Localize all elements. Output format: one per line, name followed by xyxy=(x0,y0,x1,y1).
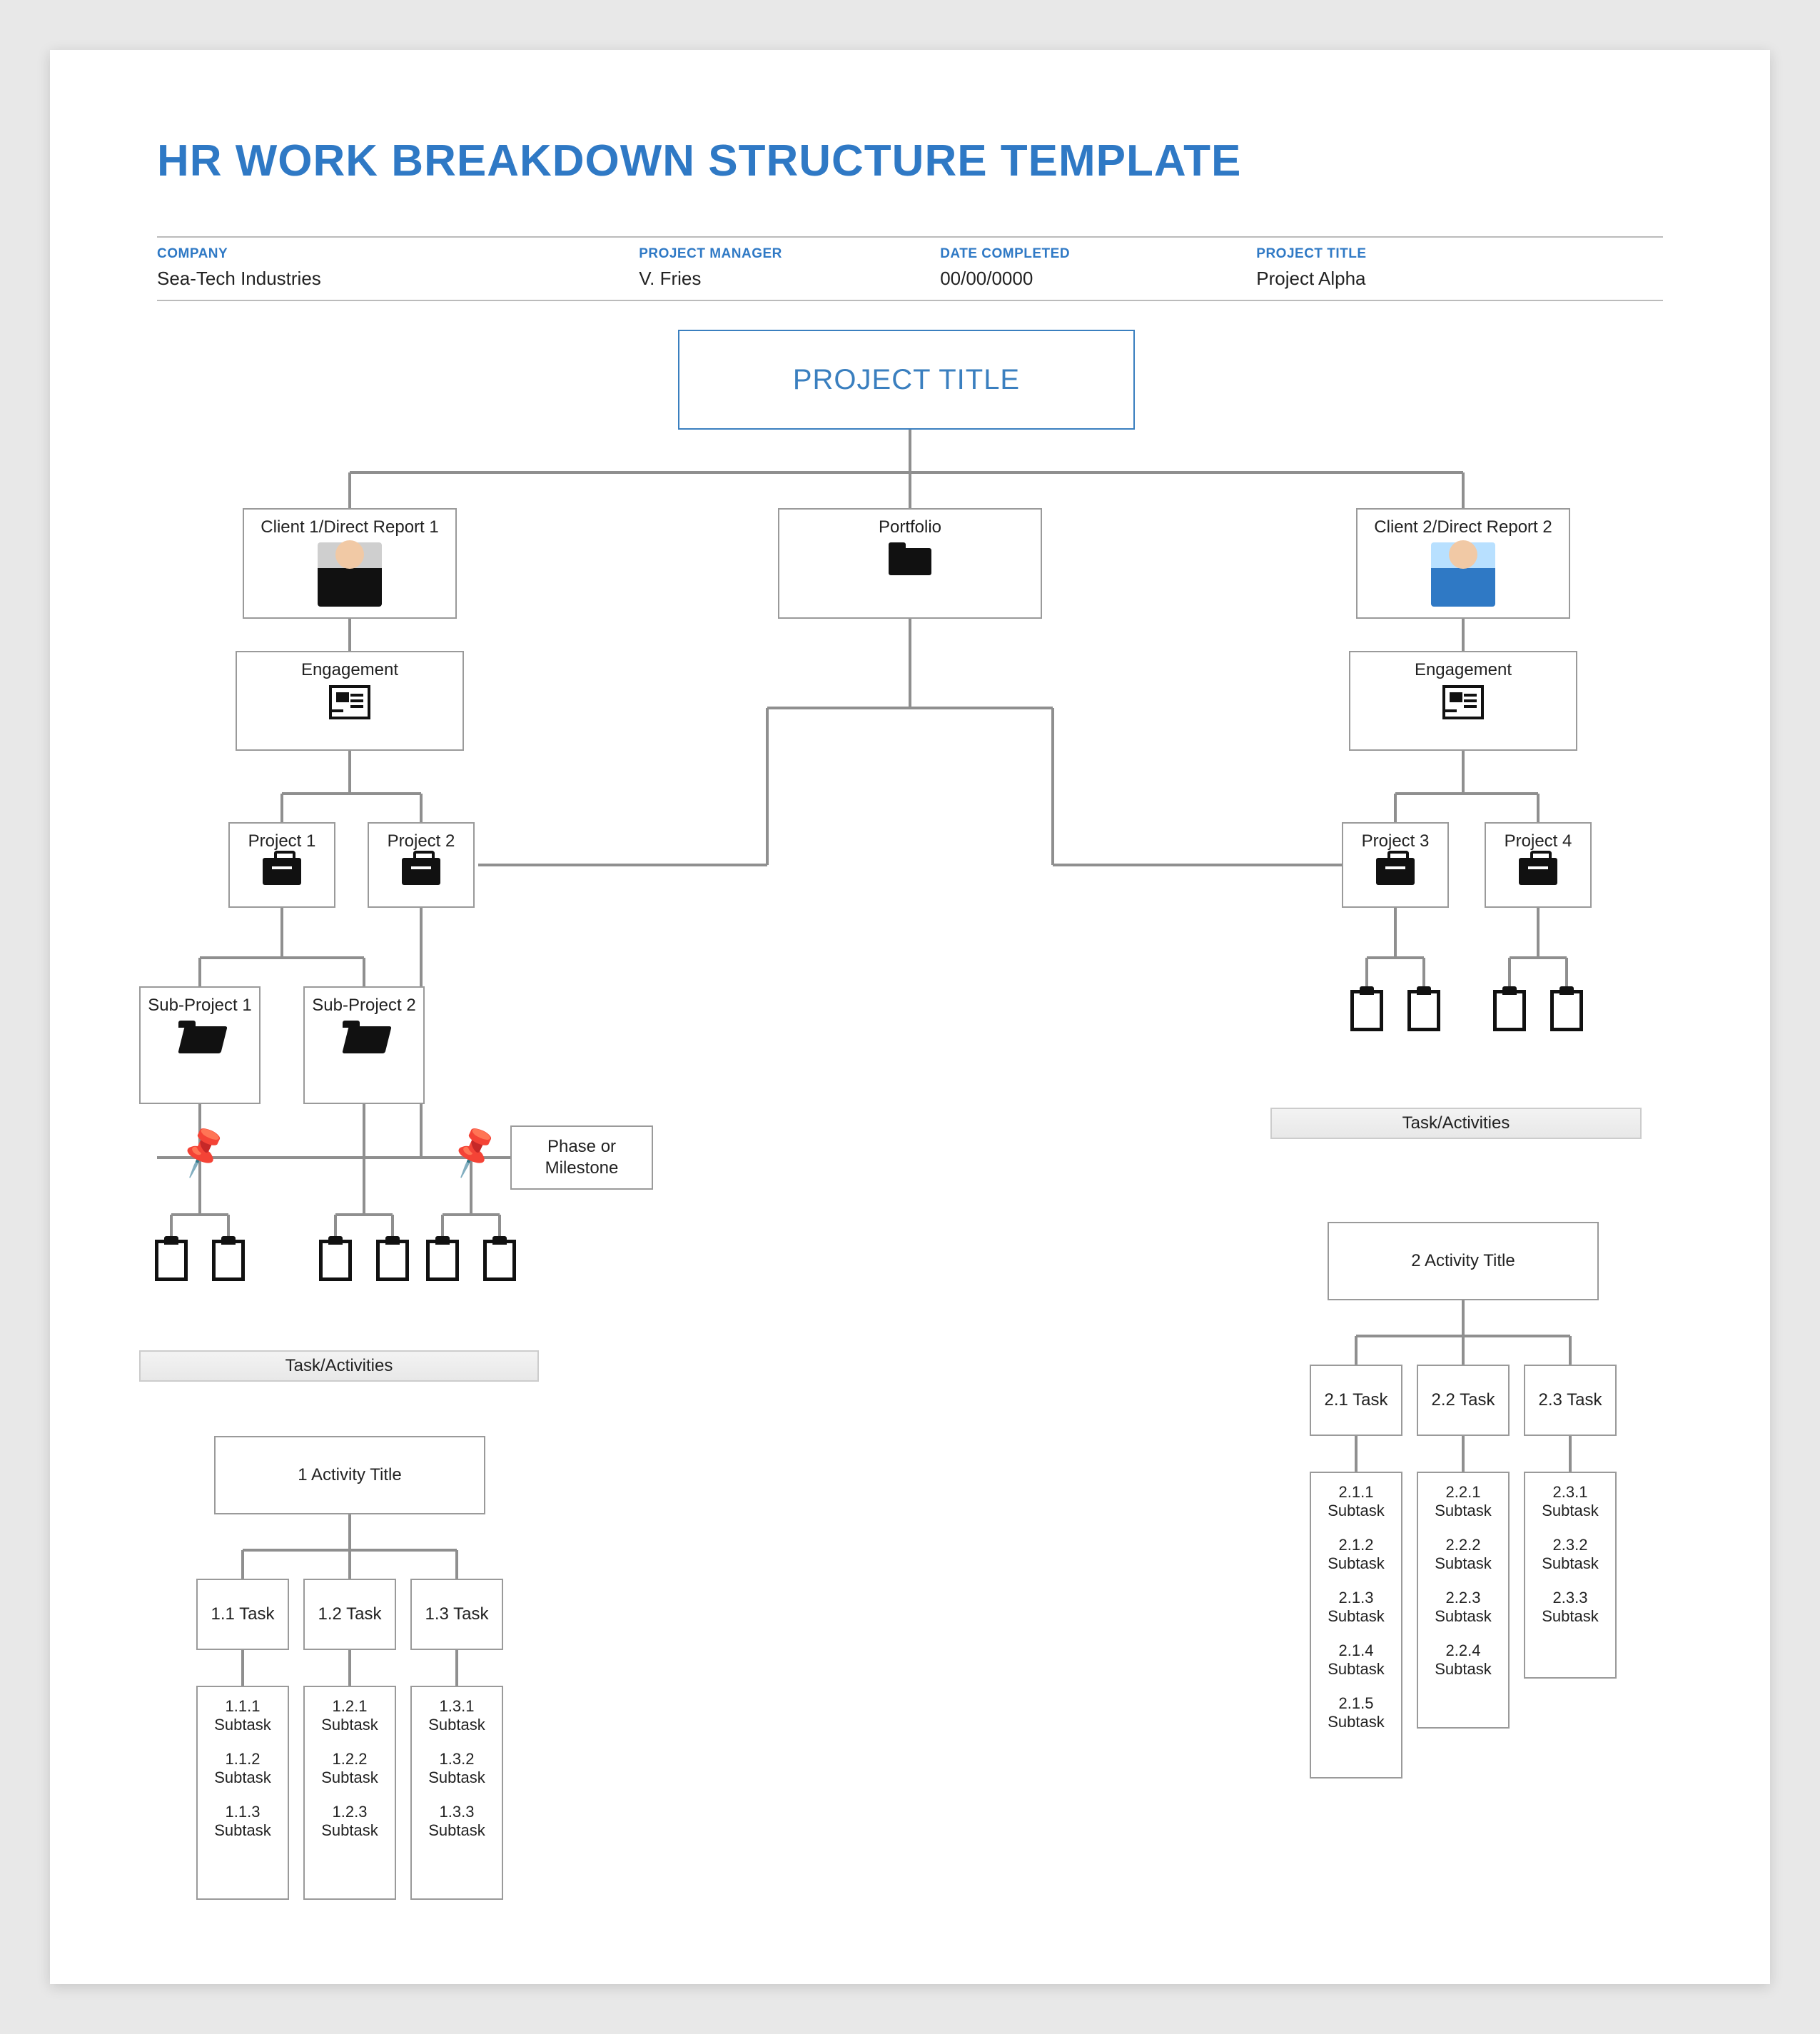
clipboard-icon xyxy=(1550,990,1583,1031)
activity1-subtasks3: 1.3.1 Subtask 1.3.2 Subtask 1.3.3 Subtas… xyxy=(410,1686,503,1900)
pushpin-icon: 📌 xyxy=(172,1122,233,1180)
wbs-diagram: PROJECT TITLE Client 1/Direct Report 1 P… xyxy=(157,301,1663,1928)
pushpin-icon: 📌 xyxy=(443,1122,504,1180)
clipboard-icon xyxy=(319,1240,352,1281)
avatar-icon xyxy=(318,542,382,607)
clipboard-icon xyxy=(1407,990,1440,1031)
task-activities-bar-left: Task/Activities xyxy=(139,1350,539,1382)
subproject1-box: Sub-Project 1 xyxy=(139,986,261,1104)
briefcase-icon xyxy=(402,858,440,885)
date-value: 00/00/0000 xyxy=(940,268,1256,290)
project-title-value: Project Alpha xyxy=(1256,268,1663,290)
phase-text: Phase or Milestone xyxy=(517,1136,646,1179)
root-title-text: PROJECT TITLE xyxy=(793,362,1020,398)
subproject2-text: Sub-Project 2 xyxy=(312,995,415,1016)
newspaper-icon xyxy=(1442,685,1484,719)
clipboard-icon xyxy=(1493,990,1526,1031)
page-title: HR WORK BREAKDOWN STRUCTURE TEMPLATE xyxy=(157,136,1663,186)
document-page: HR WORK BREAKDOWN STRUCTURE TEMPLATE COM… xyxy=(50,50,1770,1984)
pm-value: V. Fries xyxy=(639,268,940,290)
activity1-task2: 1.2 Task xyxy=(303,1579,396,1650)
activity1-title-text: 1 Activity Title xyxy=(298,1465,401,1485)
company-label: COMPANY xyxy=(157,246,639,262)
activity2-subtasks1: 2.1.1 Subtask 2.1.2 Subtask 2.1.3 Subtas… xyxy=(1310,1472,1402,1779)
portfolio-box: Portfolio xyxy=(778,508,1042,619)
activity2-subtasks3: 2.3.1 Subtask 2.3.2 Subtask 2.3.3 Subtas… xyxy=(1524,1472,1617,1679)
clipboard-icon xyxy=(212,1240,245,1281)
engagement-right-box: Engagement xyxy=(1349,651,1577,751)
client2-text: Client 2/Direct Report 2 xyxy=(1374,517,1552,538)
activity2-subtasks2: 2.2.1 Subtask 2.2.2 Subtask 2.2.3 Subtas… xyxy=(1417,1472,1510,1729)
open-folder-icon xyxy=(343,1021,385,1053)
clipboard-icon xyxy=(155,1240,188,1281)
activity1-subtasks1: 1.1.1 Subtask 1.1.2 Subtask 1.1.3 Subtas… xyxy=(196,1686,289,1900)
project4-box: Project 4 xyxy=(1485,822,1592,908)
client2-box: Client 2/Direct Report 2 xyxy=(1356,508,1570,619)
briefcase-icon xyxy=(1519,858,1557,885)
clipboard-icon xyxy=(426,1240,459,1281)
activity2-title-text: 2 Activity Title xyxy=(1411,1251,1515,1271)
phase-box: Phase or Milestone xyxy=(510,1125,653,1190)
avatar-icon xyxy=(1431,542,1495,607)
activity2-task1: 2.1 Task xyxy=(1310,1365,1402,1436)
activity2-title-box: 2 Activity Title xyxy=(1328,1222,1599,1300)
activity1-task3: 1.3 Task xyxy=(410,1579,503,1650)
folder-icon xyxy=(889,542,931,575)
briefcase-icon xyxy=(263,858,301,885)
project1-box: Project 1 xyxy=(228,822,335,908)
company-value: Sea-Tech Industries xyxy=(157,268,639,290)
project3-text: Project 3 xyxy=(1362,831,1430,852)
client1-box: Client 1/Direct Report 1 xyxy=(243,508,457,619)
activity1-title-box: 1 Activity Title xyxy=(214,1436,485,1514)
briefcase-icon xyxy=(1376,858,1415,885)
pm-label: PROJECT MANAGER xyxy=(639,246,940,262)
task-activities-bar-right: Task/Activities xyxy=(1270,1108,1642,1139)
task-activities-text: Task/Activities xyxy=(1402,1113,1510,1133)
task-activities-text: Task/Activities xyxy=(285,1356,393,1376)
project2-text: Project 2 xyxy=(388,831,455,852)
portfolio-text: Portfolio xyxy=(879,517,941,538)
open-folder-icon xyxy=(178,1021,221,1053)
activity2-task2: 2.2 Task xyxy=(1417,1365,1510,1436)
root-title-box: PROJECT TITLE xyxy=(678,330,1135,430)
clipboard-icon xyxy=(376,1240,409,1281)
project4-text: Project 4 xyxy=(1505,831,1572,852)
meta-row: COMPANY Sea-Tech Industries PROJECT MANA… xyxy=(157,236,1663,301)
client1-text: Client 1/Direct Report 1 xyxy=(261,517,438,538)
engagement-text: Engagement xyxy=(301,659,398,681)
subproject2-box: Sub-Project 2 xyxy=(303,986,425,1104)
project1-text: Project 1 xyxy=(248,831,316,852)
subproject1-text: Sub-Project 1 xyxy=(148,995,251,1016)
clipboard-icon xyxy=(1350,990,1383,1031)
newspaper-icon xyxy=(329,685,370,719)
engagement-left-box: Engagement xyxy=(236,651,464,751)
project2-box: Project 2 xyxy=(368,822,475,908)
clipboard-icon xyxy=(483,1240,516,1281)
engagement-text: Engagement xyxy=(1415,659,1512,681)
project-title-label: PROJECT TITLE xyxy=(1256,246,1663,262)
date-label: DATE COMPLETED xyxy=(940,246,1256,262)
activity1-subtasks2: 1.2.1 Subtask 1.2.2 Subtask 1.2.3 Subtas… xyxy=(303,1686,396,1900)
activity1-task1: 1.1 Task xyxy=(196,1579,289,1650)
project3-box: Project 3 xyxy=(1342,822,1449,908)
activity2-task3: 2.3 Task xyxy=(1524,1365,1617,1436)
